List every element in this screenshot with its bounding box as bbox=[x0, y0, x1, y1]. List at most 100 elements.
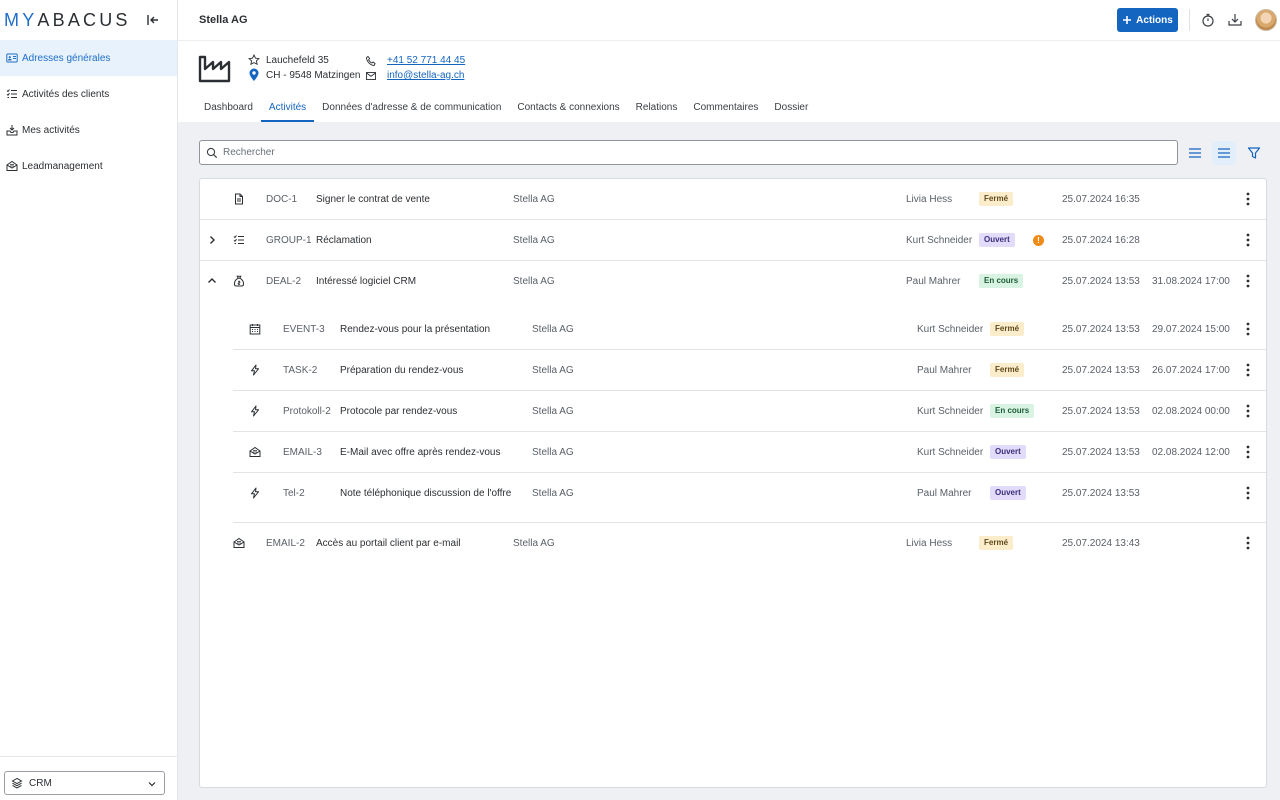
activity-person: Livia Hess bbox=[906, 194, 953, 205]
divider bbox=[1189, 9, 1190, 31]
activity-id: EMAIL-3 bbox=[283, 447, 322, 458]
table-row[interactable]: Protokoll-2 Protocole par rendez-vous Stel… bbox=[200, 391, 1266, 432]
calendar-icon bbox=[249, 323, 261, 335]
avatar[interactable] bbox=[1255, 9, 1277, 31]
activity-title[interactable]: Signer le contrat de vente bbox=[316, 194, 430, 205]
more-options-icon[interactable] bbox=[1246, 486, 1250, 500]
phone-icon bbox=[365, 55, 377, 67]
activity-company: Stella AG bbox=[513, 235, 555, 246]
checklist-icon bbox=[6, 88, 18, 100]
more-options-icon[interactable] bbox=[1246, 274, 1250, 288]
search-icon bbox=[206, 147, 218, 158]
activity-company: Stella AG bbox=[532, 324, 574, 335]
activity-start-date: 25.07.2024 13:53 bbox=[1062, 488, 1140, 499]
table-row[interactable]: EMAIL-3 E-Mail avec offre après rendez-vo… bbox=[200, 432, 1266, 473]
activity-person: Paul Mahrer bbox=[917, 488, 972, 499]
star-icon[interactable] bbox=[248, 54, 260, 66]
more-options-icon[interactable] bbox=[1246, 192, 1250, 206]
activity-end-date: 02.08.2024 00:00 bbox=[1152, 406, 1230, 417]
table-row[interactable]: TASK-2 Préparation du rendez-vous Stella A… bbox=[200, 350, 1266, 391]
lightning-icon bbox=[249, 405, 261, 417]
download-tray-icon[interactable] bbox=[1227, 12, 1243, 28]
more-options-icon[interactable] bbox=[1246, 322, 1250, 336]
tab-6[interactable]: Dossier bbox=[766, 101, 816, 122]
activity-person: Livia Hess bbox=[906, 538, 953, 549]
activity-title[interactable]: Accès au portail client par e-mail bbox=[316, 538, 461, 549]
chevron-right-icon[interactable] bbox=[207, 235, 217, 245]
compact-view-icon[interactable] bbox=[1212, 141, 1236, 165]
table-row[interactable]: EVENT-3 Rendez-vous pour la présentation S… bbox=[200, 309, 1266, 350]
status-badge: Ouvert bbox=[979, 233, 1015, 247]
sidebar-nav: Adresses générales Activités des clients M… bbox=[0, 40, 177, 184]
table-row[interactable]: DEAL-2 Intéressé logiciel CRM Stella AG Pau… bbox=[200, 261, 1266, 302]
stopwatch-icon[interactable] bbox=[1200, 12, 1216, 28]
activity-end-date: 31.08.2024 17:00 bbox=[1152, 276, 1230, 287]
more-options-icon[interactable] bbox=[1246, 404, 1250, 418]
warning-icon: ! bbox=[1033, 235, 1044, 246]
activity-id: GROUP-1 bbox=[266, 235, 312, 246]
mail-open-icon bbox=[6, 160, 18, 172]
sidebar-item-0[interactable]: Adresses générales bbox=[0, 40, 177, 76]
activity-person: Kurt Schneider bbox=[917, 324, 984, 335]
activity-person: Kurt Schneider bbox=[906, 235, 973, 246]
activity-id: Protokoll-2 bbox=[283, 406, 331, 417]
activity-id: EVENT-3 bbox=[283, 324, 325, 335]
logo-row: MY ABACUS bbox=[0, 0, 177, 40]
activity-title[interactable]: E-Mail avec offre après rendez-vous bbox=[340, 447, 500, 458]
module-select[interactable]: CRM bbox=[4, 771, 165, 795]
table-row[interactable]: DOC-1 Signer le contrat de vente Stella AG… bbox=[200, 179, 1266, 220]
inbox-tray-icon bbox=[6, 124, 18, 136]
sidebar: MY ABACUS Adresses générales Activités des… bbox=[0, 0, 178, 800]
sidebar-item-3[interactable]: Leadmanagement bbox=[0, 148, 177, 184]
actions-button[interactable]: Actions bbox=[1117, 8, 1178, 32]
table-row[interactable]: Tel-2 Note téléphonique discussion de l'o… bbox=[200, 473, 1266, 523]
divider bbox=[0, 756, 178, 757]
activity-start-date: 25.07.2024 13:53 bbox=[1062, 276, 1140, 287]
more-options-icon[interactable] bbox=[1246, 536, 1250, 550]
tab-3[interactable]: Contacts & connexions bbox=[509, 101, 627, 122]
tab-1[interactable]: Activités bbox=[260, 101, 315, 122]
table-row[interactable]: EMAIL-2 Accès au portail client par e-mai… bbox=[200, 523, 1266, 564]
activity-person: Kurt Schneider bbox=[917, 447, 984, 458]
status-badge: En cours bbox=[979, 274, 1024, 288]
sidebar-item-2[interactable]: Mes activités bbox=[0, 112, 177, 148]
factory-icon bbox=[198, 53, 232, 83]
list-view-icon[interactable] bbox=[1183, 141, 1207, 165]
company-phone-link[interactable]: +41 52 771 44 45 bbox=[387, 55, 465, 66]
collapse-sidebar-icon[interactable] bbox=[145, 12, 161, 28]
address-card-icon bbox=[6, 52, 18, 64]
sidebar-item-1[interactable]: Activités des clients bbox=[0, 76, 177, 112]
filter-icon[interactable] bbox=[1242, 141, 1266, 165]
mail-open-icon bbox=[233, 537, 245, 549]
activity-start-date: 25.07.2024 13:53 bbox=[1062, 365, 1140, 376]
location-pin-icon bbox=[248, 68, 260, 82]
table-row[interactable]: GROUP-1 Réclamation Stella AG Kurt Schneide… bbox=[200, 220, 1266, 261]
more-options-icon[interactable] bbox=[1246, 363, 1250, 377]
top-header: Stella AG Actions bbox=[178, 0, 1280, 41]
tab-4[interactable]: Relations bbox=[628, 101, 686, 122]
status-badge: Fermé bbox=[979, 536, 1014, 550]
tab-2[interactable]: Données d'adresse & de communication bbox=[314, 101, 509, 122]
checklist-icon bbox=[233, 234, 245, 246]
activity-title[interactable]: Intéressé logiciel CRM bbox=[316, 276, 416, 287]
tab-0[interactable]: Dashboard bbox=[198, 101, 261, 122]
tab-5[interactable]: Commentaires bbox=[685, 101, 766, 122]
status-badge: Ouvert bbox=[990, 486, 1026, 500]
more-options-icon[interactable] bbox=[1246, 445, 1250, 459]
activity-title[interactable]: Protocole par rendez-vous bbox=[340, 406, 457, 417]
company-email-link[interactable]: info@stella-ag.ch bbox=[387, 70, 464, 81]
chevron-up-icon[interactable] bbox=[207, 276, 217, 286]
activity-start-date: 25.07.2024 13:53 bbox=[1062, 406, 1140, 417]
activity-id: Tel-2 bbox=[283, 488, 305, 499]
activity-list: DOC-1 Signer le contrat de vente Stella AG… bbox=[199, 178, 1267, 788]
company-city: CH - 9548 Matzingen bbox=[266, 70, 361, 81]
company-card: Lauchefeld 35 CH - 9548 Matzingen +41 52… bbox=[178, 41, 1280, 122]
search-input[interactable] bbox=[223, 147, 1123, 158]
activity-title[interactable]: Rendez-vous pour la présentation bbox=[340, 324, 490, 335]
activity-title[interactable]: Réclamation bbox=[316, 235, 372, 246]
activity-title[interactable]: Note téléphonique discussion de l'offre bbox=[340, 488, 511, 499]
status-badge: Fermé bbox=[979, 192, 1014, 206]
more-options-icon[interactable] bbox=[1246, 233, 1250, 247]
activity-title[interactable]: Préparation du rendez-vous bbox=[340, 365, 463, 376]
mail-open-icon bbox=[249, 446, 261, 458]
